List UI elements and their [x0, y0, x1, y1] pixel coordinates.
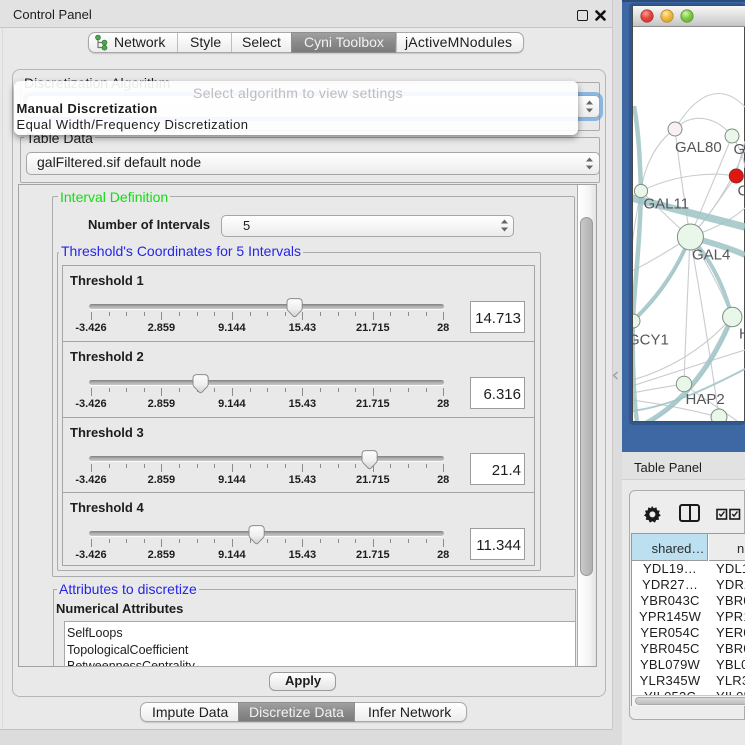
svg-text:GAL1: GAL1 — [734, 141, 745, 158]
svg-text:CY: CY — [738, 183, 745, 200]
svg-text:HA: HA — [739, 326, 745, 343]
svg-text:HAP2: HAP2 — [686, 391, 725, 408]
svg-text:GAL4: GAL4 — [692, 247, 730, 264]
svg-text:GAL80: GAL80 — [675, 139, 722, 156]
svg-text:GCY1: GCY1 — [633, 332, 669, 349]
svg-text:GAL11: GAL11 — [644, 196, 690, 213]
